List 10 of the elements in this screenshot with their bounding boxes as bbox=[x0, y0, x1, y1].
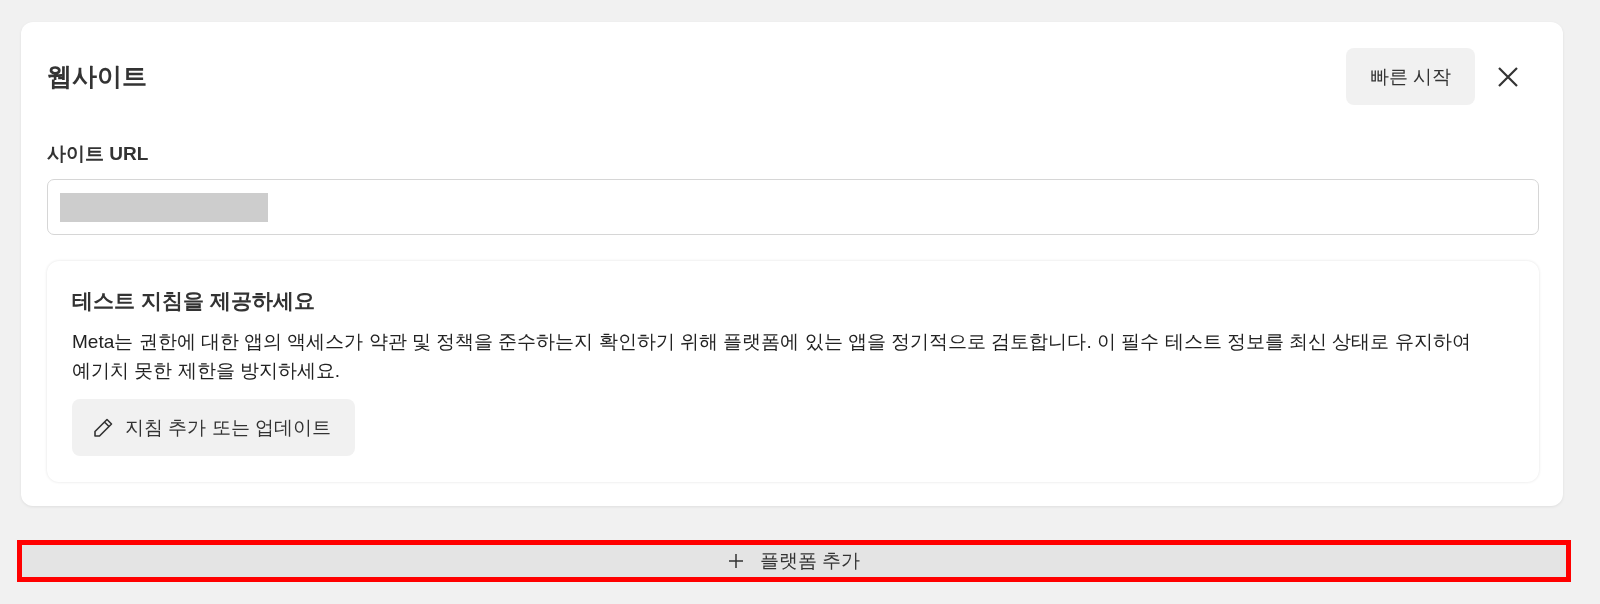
quick-start-button[interactable]: 빠른 시작 bbox=[1345, 48, 1475, 105]
url-field[interactable] bbox=[47, 179, 1539, 235]
close-icon[interactable] bbox=[1497, 65, 1519, 88]
section-title: 테스트 지침을 제공하세요 bbox=[72, 288, 316, 314]
plus-icon bbox=[727, 553, 744, 569]
add-instructions-button[interactable]: 지침 추가 또는 업데이트 bbox=[72, 399, 355, 456]
add-platform-button[interactable]: 플랫폼 추가 bbox=[17, 540, 1571, 582]
panel-title: 웹사이트 bbox=[47, 61, 148, 92]
section-description: Meta는 권한에 대한 앱의 액세스가 약관 및 정책을 준수하는지 확인하기 위해 플랫폼에 있는 앱을 정기적으로 검토합니다. 이 필수 테스트 정보를 최신 상태로 유지하여 예기치 못한 제한을 방지하세요. bbox=[72, 330, 1472, 383]
field-label: 사이트 URL bbox=[47, 142, 150, 166]
